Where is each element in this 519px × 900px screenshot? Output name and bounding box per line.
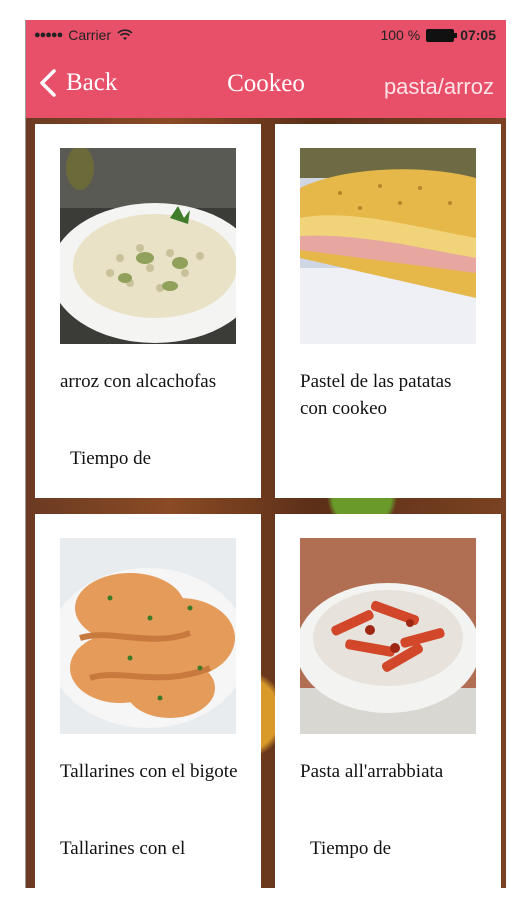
- recipe-name: Pastel de las patatas con cookeo: [300, 371, 452, 419]
- back-button[interactable]: Back: [38, 68, 117, 98]
- recipe-name: Pasta all'arrabbiata: [300, 761, 444, 782]
- battery-icon: [426, 28, 458, 42]
- recipe-time: Tiempo de: [70, 448, 152, 469]
- recipe-photo: [60, 538, 236, 734]
- category-label[interactable]: pasta/arroz: [384, 74, 494, 100]
- recipe-name: arroz con alcachofas: [60, 371, 217, 392]
- back-label: Back: [66, 69, 118, 96]
- recipe-card[interactable]: Pastel de las patatas con cookeo: [275, 124, 501, 498]
- carrier-label: Carrier: [68, 27, 112, 43]
- app-screen: ●●●●● Carrier 100 % 07:05 Back Cookeo pa…: [25, 20, 506, 888]
- recipe-card[interactable]: Tallarines con el bigote Tallarines con …: [35, 514, 261, 888]
- recipe-name: Tallarines con el bigote: [60, 761, 238, 782]
- recipe-photo: [60, 148, 236, 344]
- status-bar: ●●●●● Carrier 100 % 07:05: [26, 20, 506, 50]
- recipe-time: Tiempo de: [310, 838, 392, 859]
- navigation-bar: Back Cookeo pasta/arroz: [26, 50, 506, 118]
- signal-icon: ●●●●●: [34, 29, 63, 41]
- recipe-time: Tallarines con el: [60, 838, 186, 859]
- wifi-icon: [117, 29, 133, 40]
- clock: 07:05: [460, 27, 496, 43]
- recipe-card[interactable]: Pasta all'arrabbiata Tiempo de: [275, 514, 501, 888]
- recipe-card[interactable]: arroz con alcachofas Tiempo de: [35, 124, 261, 498]
- chevron-left-icon: [40, 69, 56, 97]
- battery-percent: 100 %: [380, 27, 421, 43]
- recipe-photo: [300, 148, 476, 344]
- recipe-photo: [300, 538, 476, 734]
